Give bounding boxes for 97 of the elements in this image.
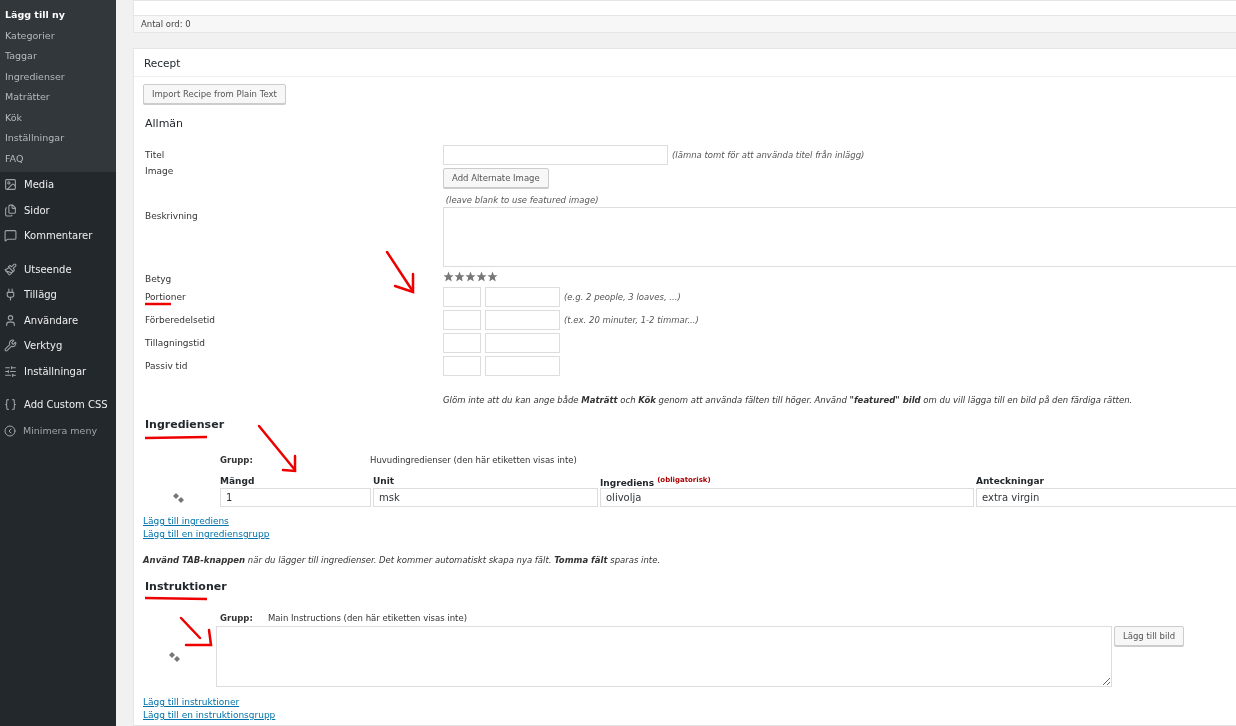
field-label: Förberedelsetid — [144, 314, 217, 325]
menu-label: Add Custom CSS — [24, 399, 108, 411]
group-label: Grupp: — [220, 613, 254, 623]
menu-icon — [4, 203, 17, 217]
annotation-underline — [145, 302, 171, 306]
menu-item[interactable]: Add Custom CSS — [0, 392, 116, 418]
star-icon[interactable] — [465, 270, 476, 282]
field-hint: (e.g. 2 people, 3 loaves, ...) — [564, 291, 681, 302]
word-count: Antal ord: 0 — [133, 16, 1236, 33]
star-icon[interactable] — [454, 270, 465, 282]
field-hint: (lämna tomt för att använda titel från inlägg) — [672, 149, 865, 160]
menu-item[interactable]: Media — [0, 172, 116, 198]
submenu-item[interactable]: Maträtter — [0, 87, 116, 108]
number-input[interactable] — [443, 309, 481, 330]
section-heading: Ingredienser — [145, 419, 225, 431]
help-tip: Använd TAB-knappen när du lägger till ingredienser. Det kommer automatiskt skapa nya fält. Tomma fält sparas inte. — [143, 555, 662, 565]
menu-icon — [4, 364, 17, 378]
menu-label: Tillägg — [24, 289, 57, 301]
annotation-arrow — [257, 424, 297, 473]
menu-item[interactable]: Sidor — [0, 197, 116, 223]
section-heading: Instruktioner — [145, 581, 227, 593]
star-icon[interactable] — [487, 270, 498, 282]
import-button[interactable]: Import Recipe from Plain Text — [143, 84, 286, 104]
menu-item[interactable]: Inställningar — [0, 358, 116, 384]
field-hint: (t.ex. 20 minuter, 1-2 timmar...) — [564, 314, 699, 325]
unit-input[interactable] — [485, 332, 560, 353]
menu-icon — [4, 339, 17, 353]
menu-icon — [4, 313, 17, 327]
menu-item[interactable]: Utseende — [0, 256, 116, 282]
section-heading: Allmän — [145, 118, 184, 130]
annotation-underline — [144, 596, 208, 601]
drag-handle-icon[interactable] — [173, 492, 185, 503]
field-label: Passiv tid — [144, 360, 189, 371]
number-input[interactable] — [443, 355, 481, 376]
submenu-item[interactable]: Kategorier — [0, 25, 116, 46]
submenu-item[interactable]: Kök — [0, 107, 116, 128]
annotation-underline — [144, 435, 208, 440]
column-header: Unit — [373, 476, 396, 488]
add-link[interactable]: Lägg till instruktioner — [143, 696, 240, 709]
field-label: Titel — [144, 149, 166, 160]
menu-label: Sidor — [24, 204, 50, 216]
title-input[interactable] — [443, 144, 668, 165]
menu-item[interactable]: Användare — [0, 307, 116, 333]
number-input[interactable] — [443, 332, 481, 353]
ingredient-input[interactable]: msk — [373, 488, 598, 507]
submenu-item[interactable]: Inställningar — [0, 128, 116, 149]
star-icon[interactable] — [476, 270, 487, 282]
column-header: Mängd — [220, 476, 256, 488]
menu-icon — [4, 178, 17, 192]
instruction-textarea[interactable] — [216, 626, 1112, 687]
add-image-button[interactable]: Lägg till bild — [1114, 626, 1185, 646]
field-label: Image — [144, 166, 175, 176]
add-image-button[interactable]: Add Alternate Image — [443, 168, 549, 188]
menu-label: Kommentarer — [24, 230, 93, 242]
unit-input[interactable] — [485, 309, 560, 330]
menu-label: Utseende — [24, 263, 72, 275]
ingredient-input[interactable]: extra virgin — [976, 488, 1236, 507]
field-label: Portioner — [144, 291, 187, 302]
field-label: Beskrivning — [144, 210, 199, 221]
help-note: Glöm inte att du kan ange både Maträtt och Kök genom att använda fälten till höger. Använd "featured" bild om du vill lägga till en bild på den färdiga rätten. — [443, 395, 1134, 405]
field-hint: (leave blank to use featured image) — [444, 195, 599, 205]
unit-input[interactable] — [485, 355, 560, 376]
menu-icon — [4, 262, 17, 276]
star-icon[interactable] — [443, 270, 454, 282]
add-link[interactable]: Lägg till ingrediens — [143, 515, 229, 528]
add-link[interactable]: Lägg till en ingrediensgrupp — [143, 528, 270, 541]
menu-icon — [4, 288, 17, 302]
menu-label: Media — [24, 179, 55, 191]
add-link[interactable]: Lägg till en instruktionsgrupp — [143, 709, 276, 722]
group-name: Huvudingredienser (den här etiketten visas inte) — [370, 455, 577, 465]
menu-item[interactable]: Tillägg — [0, 282, 116, 308]
ingredient-input[interactable]: 1 — [220, 488, 371, 507]
menu-label: Verktyg — [24, 340, 63, 352]
collapse-menu-button[interactable]: Minimera meny — [0, 417, 116, 444]
menu-item[interactable]: Verktyg — [0, 333, 116, 359]
collapse-icon — [4, 424, 16, 437]
menu-icon — [4, 229, 17, 243]
menu-label: Inställningar — [24, 365, 87, 377]
submenu-item[interactable]: FAQ — [0, 148, 116, 169]
menu-icon — [4, 398, 17, 412]
panel-title: Recept — [134, 49, 1236, 77]
column-header: Anteckningar — [976, 476, 1045, 488]
annotation-arrow — [385, 250, 415, 294]
group-name: Main Instructions (den här etiketten visas inte) — [268, 613, 467, 623]
submenu-item[interactable]: Ingredienser — [0, 66, 116, 87]
menu-item[interactable]: Kommentarer — [0, 223, 116, 249]
group-label: Grupp: — [220, 455, 254, 465]
drag-handle-icon[interactable] — [169, 651, 181, 662]
unit-input[interactable] — [485, 286, 560, 307]
menu-label: Användare — [24, 314, 79, 326]
field-label: Betyg — [144, 273, 173, 284]
submenu-item[interactable]: Taggar — [0, 46, 116, 67]
submenu-item[interactable]: Lägg till ny — [0, 5, 116, 26]
ingredient-input[interactable]: olivolja — [600, 488, 974, 507]
number-input[interactable] — [443, 286, 481, 307]
column-header: Ingrediens $^{(obligatorisk)}$ — [600, 476, 712, 488]
field-label: Tillagningstid — [144, 337, 206, 348]
